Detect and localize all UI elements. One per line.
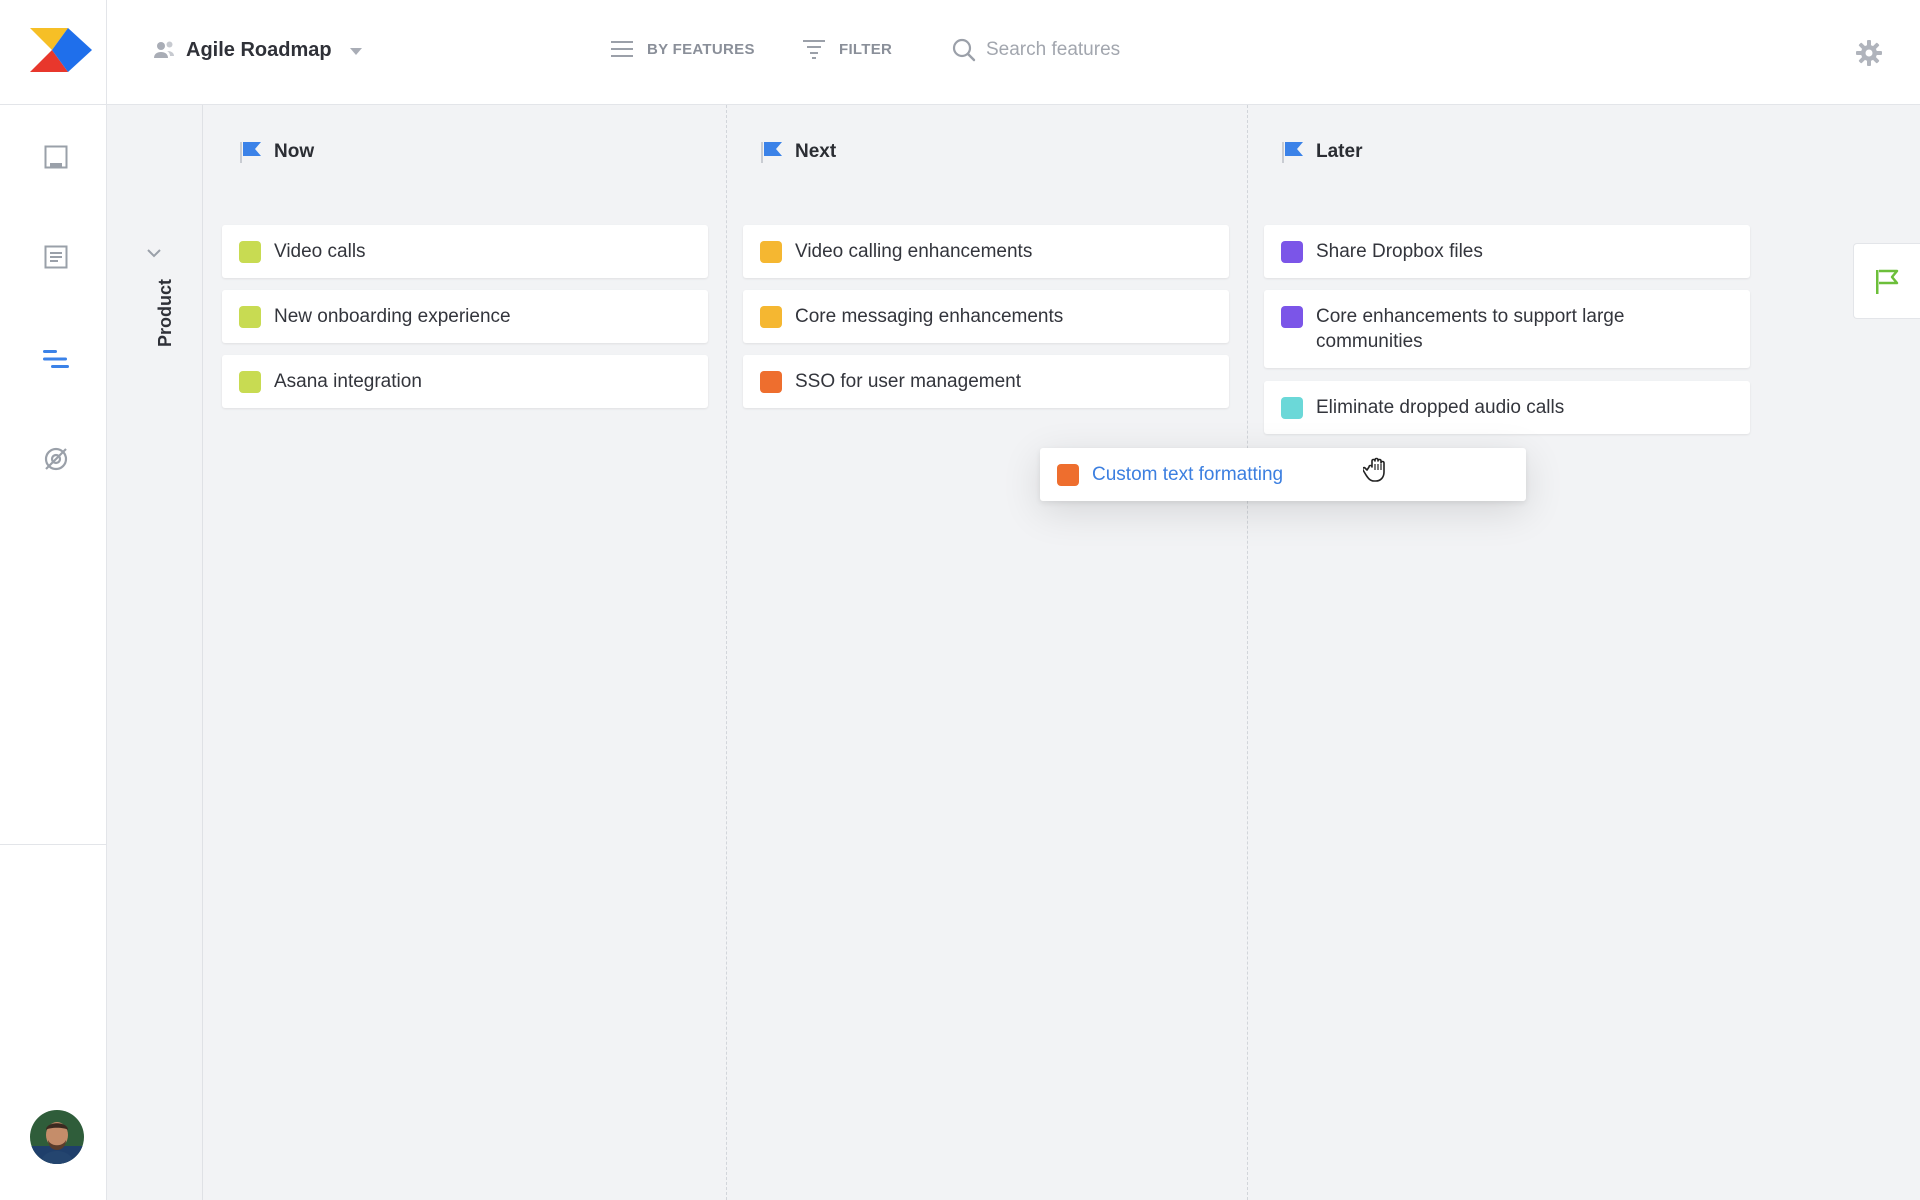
feature-label: Custom text formatting	[1092, 464, 1284, 485]
column-header-later[interactable]: Later	[1282, 140, 1362, 164]
feature-color-swatch	[760, 371, 782, 393]
view-by-label: BY FEATURES	[647, 40, 755, 58]
sidebar-item-inbox[interactable]	[40, 141, 72, 173]
roadmap-icon	[43, 350, 69, 368]
feature-color-swatch	[1281, 397, 1303, 419]
search-icon	[952, 38, 976, 62]
logo-area[interactable]	[0, 0, 107, 105]
column-title: Later	[1316, 141, 1363, 162]
column-divider	[726, 105, 727, 1200]
sidebar-item-documents[interactable]	[40, 241, 72, 273]
app-logo-icon	[30, 28, 92, 72]
flag-icon	[1876, 269, 1899, 294]
gear-icon	[1856, 40, 1882, 66]
sidebar-item-roadmap[interactable]	[40, 343, 72, 375]
feature-color-swatch	[1281, 306, 1303, 328]
feature-label: Video calls	[274, 241, 366, 262]
sidebar-item-hidden[interactable]	[40, 443, 72, 475]
left-sidebar	[0, 105, 107, 1200]
feature-card[interactable]: SSO for user management	[743, 355, 1229, 408]
feature-color-swatch	[1281, 241, 1303, 263]
dragging-feature-card[interactable]: Custom text formatting	[1040, 448, 1526, 501]
feature-color-swatch	[760, 306, 782, 328]
inbox-icon	[44, 145, 68, 169]
feature-label: Asana integration	[274, 371, 422, 392]
search-box[interactable]	[952, 38, 1246, 62]
feature-color-swatch	[1057, 464, 1079, 486]
list-icon	[611, 41, 633, 57]
feature-label: SSO for user management	[795, 371, 1021, 392]
filter-button[interactable]: FILTER	[803, 39, 892, 59]
flag-icon	[761, 142, 782, 163]
filter-icon	[803, 40, 825, 59]
avatar[interactable]	[30, 1110, 84, 1164]
feature-label: New onboarding experience	[274, 306, 511, 327]
user-avatar-icon	[30, 1110, 84, 1164]
column-divider	[1247, 105, 1248, 1200]
column-title: Now	[274, 141, 315, 162]
feature-label: Video calling enhancements	[795, 241, 1033, 262]
top-bar: Agile Roadmap BY FEATURES FILTER	[0, 0, 1920, 105]
document-icon	[44, 245, 68, 269]
feature-card[interactable]: Asana integration	[222, 355, 708, 408]
sidebar-divider	[0, 844, 106, 845]
group-label: Product	[155, 278, 175, 347]
filter-label: FILTER	[839, 40, 893, 58]
feature-label: Share Dropbox files	[1316, 241, 1483, 262]
roadmap-title: Agile Roadmap	[186, 38, 332, 61]
feature-card[interactable]: New onboarding experience	[222, 290, 708, 343]
column-title: Next	[795, 141, 837, 162]
feature-card[interactable]: Video calling enhancements	[743, 225, 1229, 278]
feature-color-swatch	[760, 241, 782, 263]
feature-card[interactable]: Share Dropbox files	[1264, 225, 1750, 278]
column-header-next[interactable]: Next	[761, 140, 836, 164]
feature-card[interactable]: Core messaging enhancements	[743, 290, 1229, 343]
settings-button[interactable]	[1856, 40, 1882, 71]
feature-card[interactable]: Video calls	[222, 225, 708, 278]
feature-card[interactable]: Core enhancements to support large commu…	[1264, 290, 1750, 368]
feature-color-swatch	[239, 241, 261, 263]
milestones-tab[interactable]	[1853, 243, 1920, 319]
hidden-eye-icon	[44, 447, 68, 471]
flag-icon	[240, 142, 261, 163]
feature-color-swatch	[239, 306, 261, 328]
team-icon	[154, 41, 174, 58]
chevron-down-icon	[349, 47, 362, 55]
feature-label: Eliminate dropped audio calls	[1316, 397, 1565, 418]
flag-icon	[1282, 142, 1303, 163]
search-input[interactable]	[986, 39, 1246, 61]
roadmap-switcher[interactable]: Agile Roadmap	[152, 38, 362, 62]
feature-label: Core messaging enhancements	[795, 306, 1064, 327]
column-header-now[interactable]: Now	[240, 140, 314, 164]
feature-color-swatch	[239, 371, 261, 393]
grab-cursor-icon	[1361, 454, 1393, 489]
feature-label: Core enhancements to support large commu…	[1316, 306, 1625, 352]
swimlane-group-column: Product	[107, 105, 203, 1200]
view-by-features-button[interactable]: BY FEATURES	[611, 40, 755, 58]
feature-card[interactable]: Eliminate dropped audio calls	[1264, 381, 1750, 434]
